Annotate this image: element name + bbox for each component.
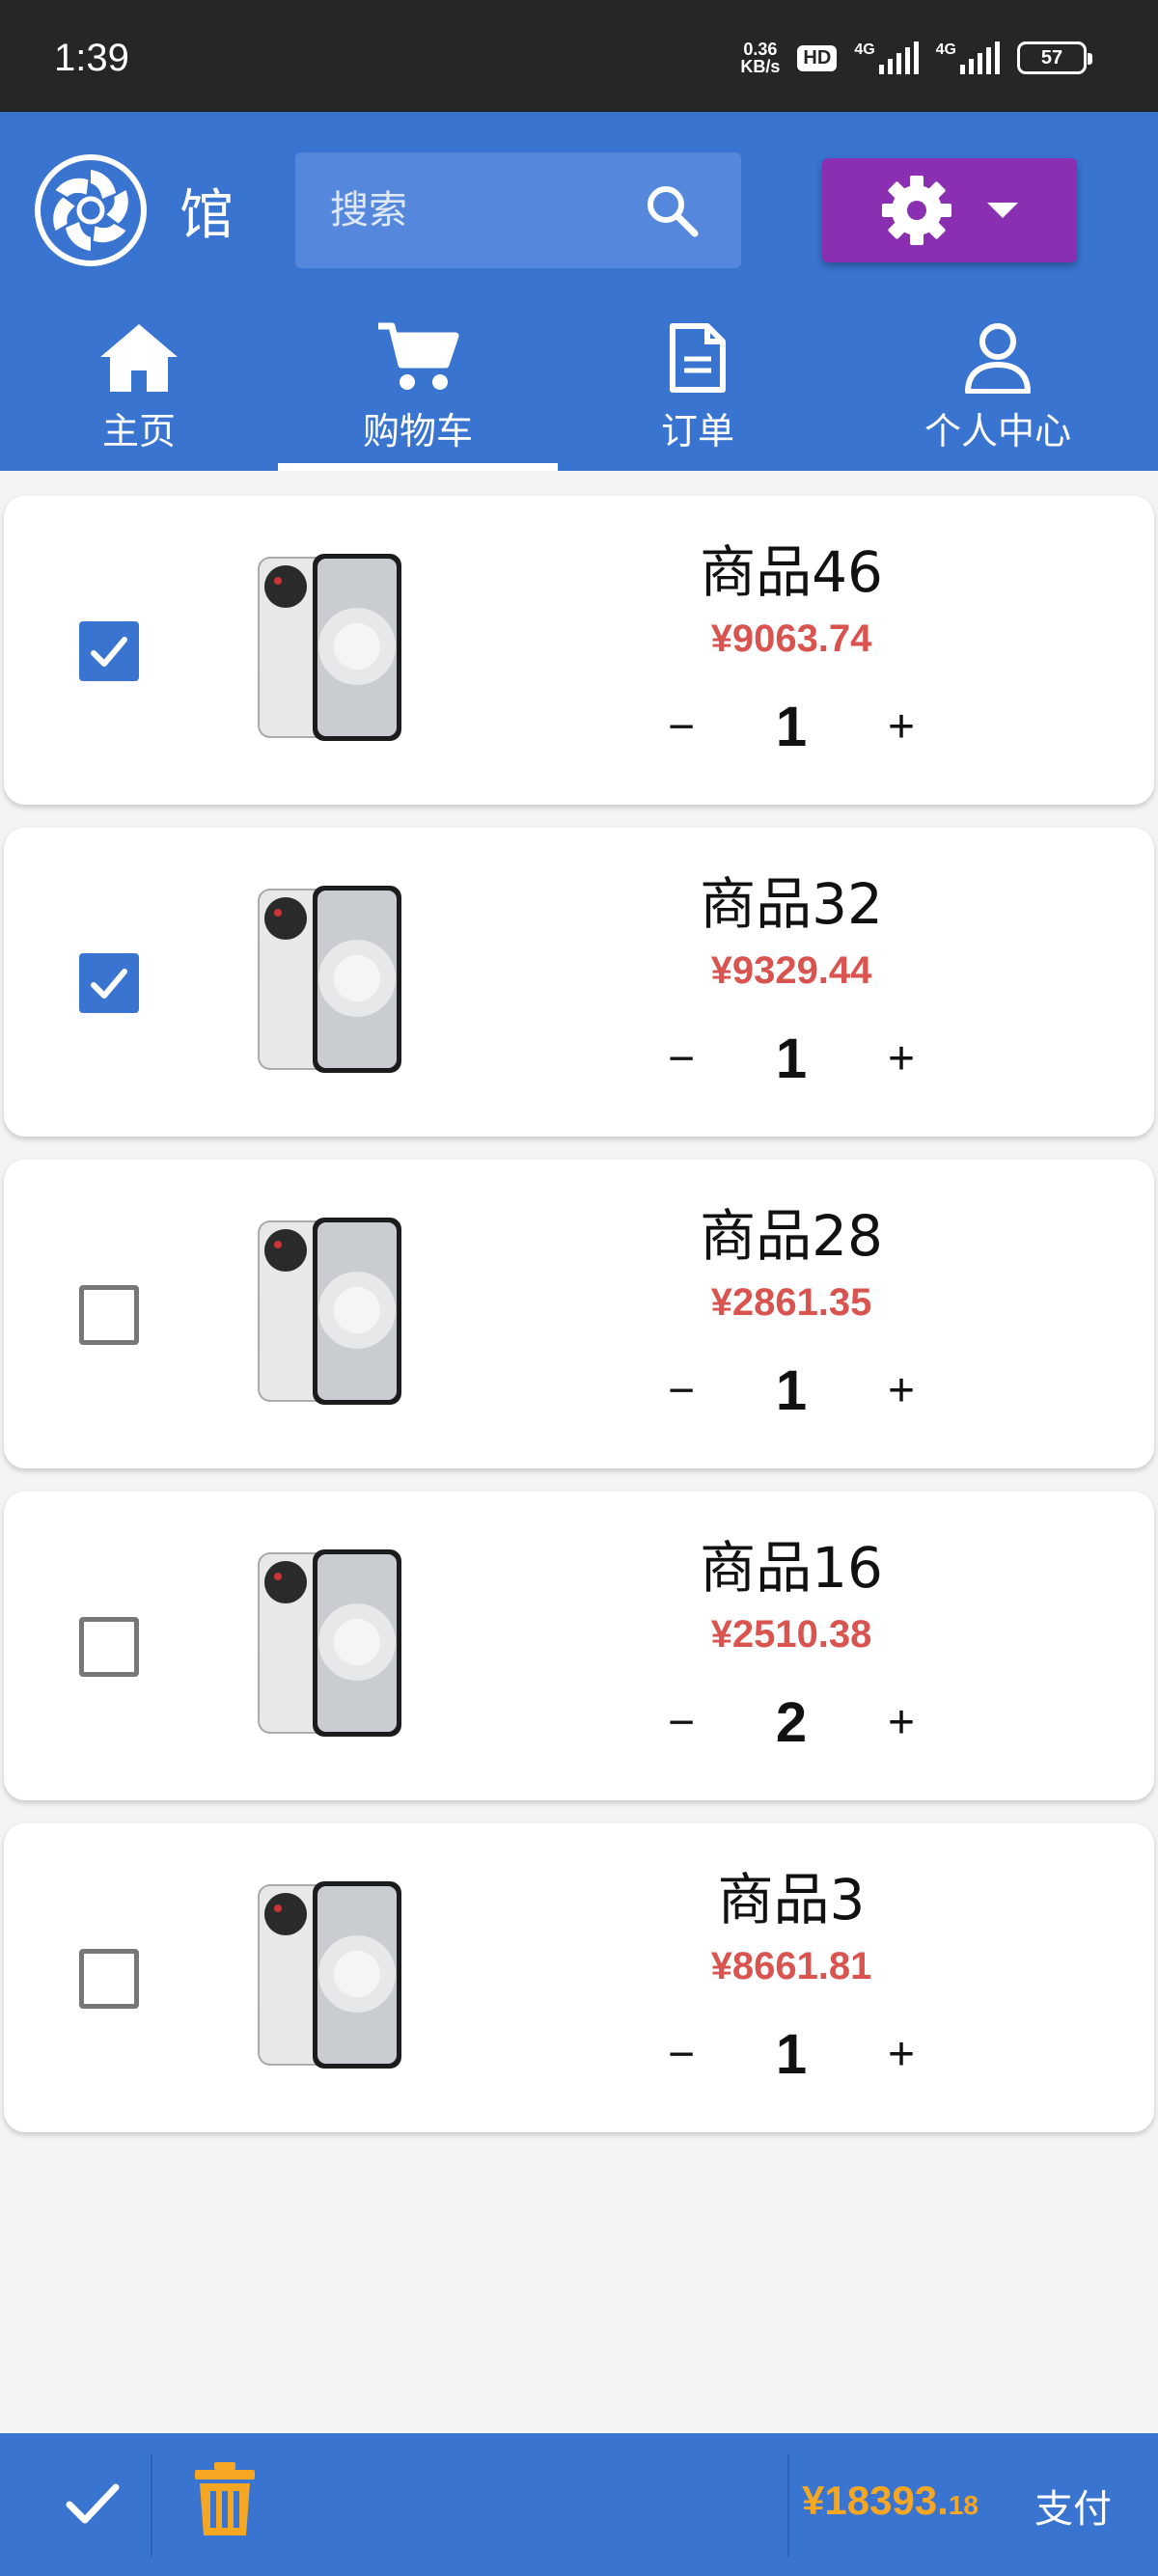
total-price-cents: 18 [948, 2490, 979, 2520]
cart-icon [376, 320, 459, 396]
nav-tab-orders-label: 订单 [660, 410, 734, 452]
cart-item-checkbox[interactable] [79, 953, 139, 1013]
quantity-stepper: − 1 + [647, 1347, 936, 1434]
cart-item-price: ¥8661.81 [710, 1945, 872, 1987]
nav-tab-orders[interactable]: 订单 [558, 311, 838, 471]
network-type-1: 4G [854, 41, 875, 58]
product-image [258, 886, 401, 1073]
cart-item: 商品28 ¥2861.35 − 1 + [4, 1160, 1154, 1468]
cart-item-checkbox[interactable] [79, 1617, 139, 1677]
cart-item-name: 商品32 [700, 871, 883, 937]
network-speed: 0.36 KB/s [740, 41, 780, 75]
cart-item: 商品46 ¥9063.74 − 1 + [4, 496, 1154, 805]
main-nav: 主页 购物车 订单 个人中心 [0, 311, 1158, 471]
increase-quantity-button[interactable]: + [867, 1687, 936, 1757]
total-price: ¥18393.18 [786, 2478, 979, 2524]
search-box[interactable] [295, 152, 741, 268]
search-input[interactable] [330, 152, 639, 268]
decrease-quantity-button[interactable]: − [647, 2019, 716, 2089]
status-indicators: 0.36 KB/s HD 4G 4G 57 [740, 41, 1092, 75]
caret-down-icon [987, 203, 1018, 218]
settings-dropdown-button[interactable] [822, 158, 1077, 262]
divider [151, 2454, 152, 2557]
select-all-check-icon[interactable] [54, 2470, 131, 2537]
quantity-value: 1 [775, 2022, 808, 2086]
nav-tab-cart-label: 购物车 [362, 410, 473, 452]
cart-item-name: 商品46 [700, 539, 883, 605]
user-icon [964, 320, 1032, 396]
increase-quantity-button[interactable]: + [867, 2019, 936, 2089]
nav-tab-cart[interactable]: 购物车 [278, 311, 558, 471]
product-image [258, 1218, 401, 1405]
quantity-stepper: − 1 + [647, 683, 936, 770]
product-image [258, 554, 401, 741]
product-image [258, 1549, 401, 1737]
decrease-quantity-button[interactable]: − [647, 692, 716, 761]
signal-icon-1: 4G [854, 41, 919, 74]
check-icon [91, 969, 127, 999]
status-time: 1:39 [54, 37, 129, 79]
search-icon[interactable] [643, 181, 701, 239]
quantity-stepper: − 1 + [647, 1015, 936, 1102]
signal-icon-2: 4G [936, 41, 1000, 74]
quantity-value: 1 [775, 1358, 808, 1422]
cart-item-price: ¥2861.35 [710, 1281, 872, 1324]
product-image [258, 1881, 401, 2069]
total-price-main: ¥18393. [802, 2478, 949, 2523]
app-name: 馆 [179, 184, 234, 247]
cart-item-price: ¥2510.38 [710, 1613, 872, 1656]
nav-tab-profile[interactable]: 个人中心 [838, 311, 1158, 471]
cart-item: 商品16 ¥2510.38 − 2 + [4, 1492, 1154, 1800]
decrease-quantity-button[interactable]: − [647, 1024, 716, 1093]
decrease-quantity-button[interactable]: − [647, 1687, 716, 1757]
cart-item-checkbox[interactable] [79, 621, 139, 681]
decrease-quantity-button[interactable]: − [647, 1356, 716, 1425]
quantity-value: 1 [775, 1027, 808, 1090]
app-header: 馆 搜索 主页 购物车 订单 个人中心 [0, 112, 1158, 471]
cart-item-name: 商品28 [700, 1203, 883, 1269]
network-type-2: 4G [935, 41, 956, 58]
cart-item-checkbox[interactable] [79, 1949, 139, 2009]
quantity-stepper: − 1 + [647, 2011, 936, 2097]
increase-quantity-button[interactable]: + [867, 1024, 936, 1093]
battery-icon: 57 [1017, 41, 1092, 74]
check-icon [91, 637, 127, 667]
document-icon [669, 320, 727, 396]
gear-icon [882, 176, 951, 245]
nav-tab-home-label: 主页 [101, 410, 176, 452]
cart-item-name: 商品3 [717, 1867, 866, 1932]
cart-item: 商品32 ¥9329.44 − 1 + [4, 828, 1154, 1137]
quantity-stepper: − 2 + [647, 1679, 936, 1766]
cart-action-bar: ¥18393.18 支付 [0, 2433, 1158, 2576]
increase-quantity-button[interactable]: + [867, 692, 936, 761]
logo-icon [53, 170, 128, 251]
app-logo [35, 154, 147, 266]
status-bar: 1:39 0.36 KB/s HD 4G 4G 57 [0, 0, 1158, 112]
cart-item-name: 商品16 [700, 1535, 883, 1601]
pay-button[interactable]: 支付 [1011, 2462, 1135, 2549]
network-speed-value: 0.36 [743, 40, 778, 59]
network-speed-unit: KB/s [740, 57, 781, 76]
quantity-value: 1 [775, 695, 808, 758]
increase-quantity-button[interactable]: + [867, 1356, 936, 1425]
trash-icon[interactable] [191, 2460, 259, 2537]
cart-item-checkbox[interactable] [79, 1285, 139, 1345]
nav-tab-profile-label: 个人中心 [924, 410, 1071, 452]
nav-tab-home[interactable]: 主页 [0, 311, 278, 471]
hd-voice-icon: HD [797, 44, 838, 71]
cart-item-price: ¥9063.74 [710, 617, 872, 660]
cart-item: 商品3 ¥8661.81 − 1 + [4, 1823, 1154, 2132]
quantity-value: 2 [775, 1690, 808, 1754]
home-icon [98, 320, 179, 396]
cart-item-price: ¥9329.44 [710, 949, 872, 992]
